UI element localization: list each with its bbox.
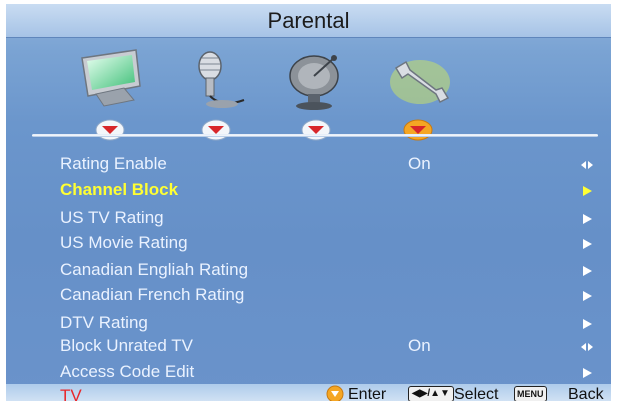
left-right-arrow-icon: [580, 340, 594, 354]
menu-divider: [32, 134, 598, 137]
menu-item-label: Channel Block: [60, 180, 179, 199]
menu-item-label: Access Code Edit: [60, 362, 195, 381]
left-right-arrow-icon: [580, 158, 594, 172]
menu-item-us-movie-rating[interactable]: US Movie Rating: [6, 231, 611, 257]
right-arrow-icon: [580, 212, 594, 226]
right-arrow-icon: [580, 264, 594, 278]
parental-menu-window: Parental Rating Enable On Channel Block …: [6, 4, 611, 401]
menu-item-canadian-english-rating[interactable]: Canadian Engliah Rating: [6, 258, 611, 284]
title-bar: Parental: [6, 4, 611, 38]
right-arrow-icon: [580, 289, 594, 303]
picture-tv-icon[interactable]: [74, 48, 152, 112]
menu-item-us-tv-rating[interactable]: US TV Rating: [6, 206, 611, 232]
tab-marker-audio: [200, 118, 232, 142]
tab-marker-tv: [300, 118, 332, 142]
navigation-keys-icon: ◀▶/▲▼: [408, 386, 454, 401]
enter-hint-label: Enter: [348, 386, 387, 401]
settings-wrench-icon[interactable]: [382, 48, 460, 112]
menu-item-value: On: [408, 336, 431, 355]
right-arrow-icon: [580, 184, 594, 198]
menu-item-canadian-french-rating[interactable]: Canadian French Rating: [6, 283, 611, 309]
right-arrow-icon: [580, 237, 594, 251]
menu-item-access-code-edit[interactable]: Access Code Edit: [6, 360, 611, 386]
menu-item-channel-block[interactable]: Channel Block: [6, 178, 611, 204]
input-source-label: TV: [60, 386, 82, 401]
menu-title: Parental: [267, 8, 350, 33]
enter-button-icon: [326, 385, 344, 401]
tab-marker-picture: [94, 118, 126, 142]
menu-item-value: On: [408, 154, 431, 173]
menu-item-block-unrated-tv[interactable]: Block Unrated TV On: [6, 334, 611, 360]
menu-key-icon: MENU: [514, 386, 547, 401]
footer-help-bar: TV Enter ◀▶/▲▼ Select MENU Back: [6, 384, 611, 401]
back-hint-label: Back: [568, 386, 604, 401]
menu-item-label: US Movie Rating: [60, 233, 188, 252]
tv-satellite-dish-icon[interactable]: [278, 48, 356, 112]
tab-marker-settings-selected: [402, 118, 434, 142]
right-arrow-icon: [580, 366, 594, 380]
menu-item-rating-enable[interactable]: Rating Enable On: [6, 152, 611, 178]
category-icons: [6, 42, 611, 142]
menu-item-label: Rating Enable: [60, 154, 167, 173]
right-arrow-icon: [580, 317, 594, 331]
audio-microphone-icon[interactable]: [182, 48, 260, 112]
menu-item-label: Canadian Engliah Rating: [60, 260, 249, 279]
menu-item-label: DTV Rating: [60, 313, 148, 332]
menu-item-label: US TV Rating: [60, 208, 164, 227]
select-hint-label: Select: [454, 386, 499, 401]
menu-item-label: Block Unrated TV: [60, 336, 193, 355]
menu-item-label: Canadian French Rating: [60, 285, 245, 304]
